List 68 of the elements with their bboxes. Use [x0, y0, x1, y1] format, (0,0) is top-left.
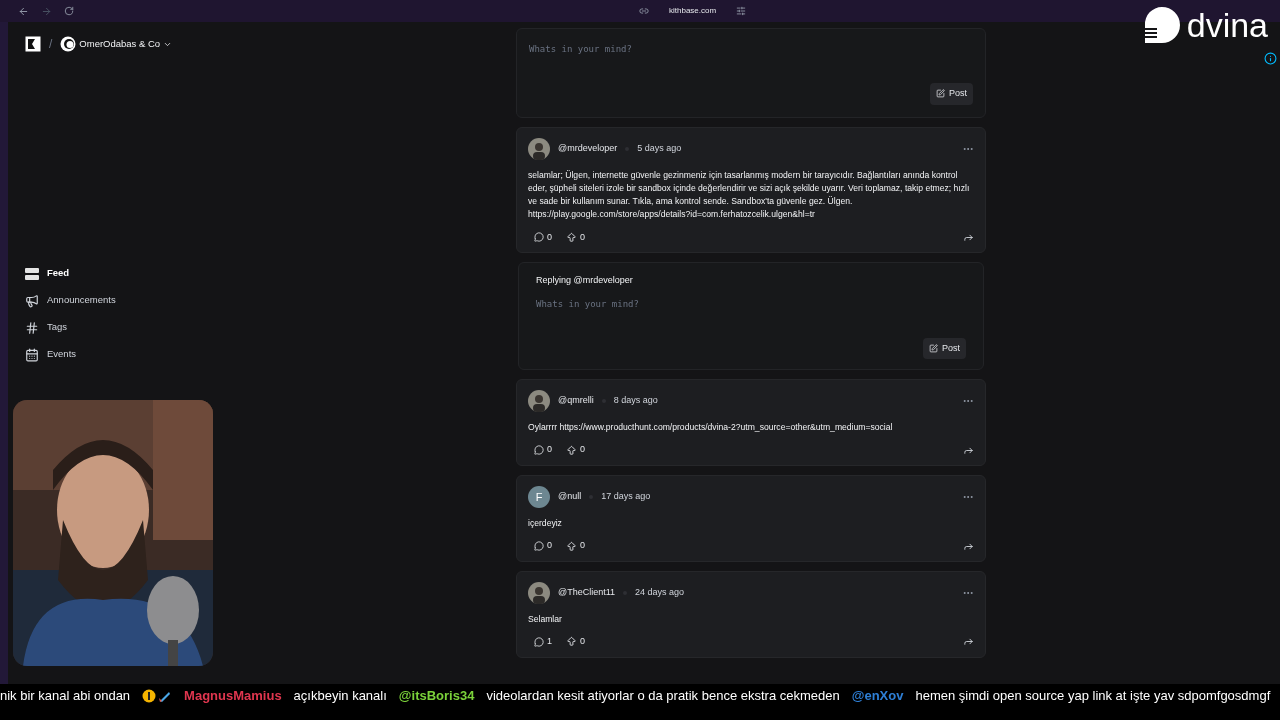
address-bar[interactable]: kithbase.com — [669, 5, 717, 17]
upvote-icon — [566, 231, 577, 243]
workspace-switcher[interactable]: OmerOdabas & Co — [60, 36, 173, 52]
reply-post-button[interactable]: Post — [923, 337, 966, 360]
nav-item[interactable]: Tags — [25, 319, 499, 336]
upvote-icon — [566, 636, 577, 648]
back-icon[interactable] — [18, 5, 29, 17]
chat-username: MagnusMamius — [184, 687, 282, 706]
username[interactable]: @null — [558, 490, 582, 504]
post-text: içerdeyiz — [528, 517, 563, 530]
megaphone-icon — [25, 293, 39, 308]
post-time: 24 days ago — [635, 586, 685, 600]
comment-icon — [534, 636, 544, 647]
link-icon — [639, 6, 649, 16]
chat-message: açıkbeyin kanalı — [293, 687, 387, 706]
comment-button[interactable]: 0 — [528, 539, 552, 553]
chat-message: videolardan kesit atiyorlar o da pratik bence ekstra cekmeden — [486, 687, 840, 706]
upvote-button[interactable]: 0 — [566, 230, 586, 245]
post-time: 17 days ago — [601, 490, 651, 504]
post-text: selamlar; Ülgen, internette güvenle gezinmeniz için tasarlanmış modern bir tarayıcıdır. Bağlantıları anında kontrol eder, şüpheli siteleri izole bir sandbox içinde değerlendirir ve sizi açık şekilde uyarır. Veri toplamaz, takip etmez; hızlı ve sade bir kullanım sunar. Tıkla, ama kontrol sende. Sandbox'ta güvenle gez. Ülgen. https://play.google.com/store/apps/details?id=com.ferhatozcelik.ulgen&hl=tr — [528, 168, 971, 222]
logo-icon[interactable] — [25, 36, 41, 52]
feed-icon — [25, 267, 39, 280]
post-text: Selamlar — [528, 612, 563, 626]
username[interactable]: @TheClient11 — [558, 586, 615, 600]
avatar — [528, 390, 550, 413]
edit-icon — [929, 343, 938, 353]
breadcrumb-separator: / — [49, 36, 53, 53]
workspace-icon — [60, 36, 77, 52]
chat-message: hemen şimdi open source yap link at işte yav sdpomfgosdmgf — [915, 687, 1271, 706]
avatar — [528, 581, 550, 604]
upvote-icon — [566, 540, 577, 552]
hash-icon — [25, 320, 39, 335]
nav-item[interactable]: Announcements — [25, 292, 499, 309]
comment-button[interactable]: 0 — [528, 230, 552, 245]
username[interactable]: @qmrelli — [558, 394, 594, 408]
calendar-icon — [25, 347, 39, 362]
post-field[interactable]: Whats in your mind? — [536, 297, 966, 338]
post-button[interactable]: Post — [930, 83, 973, 105]
nav-item[interactable]: Feed — [25, 265, 499, 282]
share-icon[interactable] — [963, 636, 974, 648]
post-text: Oylarrrr https://www.producthunt.com/products/dvina-2?utm_source=other&utm_medium=social — [528, 421, 894, 435]
reload-icon[interactable] — [64, 6, 74, 16]
edit-icon — [936, 89, 945, 99]
chat-username: @enXov — [851, 687, 904, 706]
post-time: 5 days ago — [637, 141, 682, 155]
overlay-logo-text: dvina — [1186, 8, 1268, 42]
badge-icons — [142, 689, 173, 703]
sliders-icon[interactable] — [736, 6, 747, 16]
upvote-button[interactable]: 0 — [566, 635, 586, 649]
post-time: 8 days ago — [613, 394, 658, 408]
avatar — [528, 137, 550, 160]
info-icon[interactable] — [1264, 52, 1277, 65]
comment-icon — [534, 445, 544, 456]
reply-title: Replying @mrdeveloper — [536, 274, 634, 288]
chat-message: nik bir kanal abi ondan — [0, 687, 131, 706]
post-field[interactable]: Whats in your mind? — [529, 43, 973, 83]
upvote-button[interactable]: 0 — [566, 539, 586, 553]
username[interactable]: @mrdeveloper — [558, 141, 618, 156]
avatar: F — [528, 486, 550, 508]
upvote-button[interactable]: 0 — [566, 443, 586, 457]
comment-button[interactable]: 1 — [528, 635, 552, 649]
dvina-logo-icon — [1142, 6, 1181, 44]
upvote-icon — [566, 444, 577, 456]
nav-item[interactable]: Events — [25, 346, 499, 363]
comment-icon — [534, 232, 544, 243]
comment-icon — [534, 541, 544, 552]
chat-username: @itsBoris34 — [398, 687, 475, 706]
comment-button[interactable]: 0 — [528, 443, 552, 457]
